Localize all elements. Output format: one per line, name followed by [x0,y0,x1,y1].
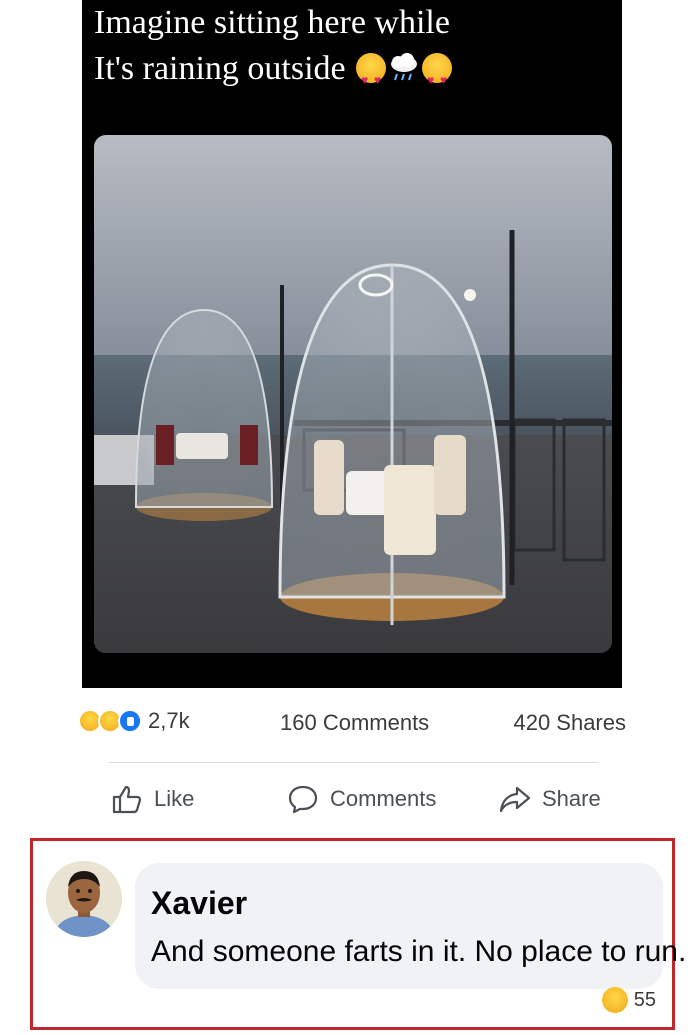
like-icon [118,709,142,733]
comment-icon [288,785,318,814]
like-label: Like [154,786,195,811]
rain-cloud-icon [388,50,420,81]
comment-reaction-summary[interactable]: 55 [601,987,656,1013]
post-media: Imagine sitting here while It's raining … [82,0,622,688]
highlighted-comment: Xavier And someone farts in it. No place… [30,838,686,1030]
share-label: Share [542,786,601,811]
post-stats: 2,7k 160 Comments 420 Shares [78,702,626,742]
like-button[interactable]: Like [110,782,194,816]
heart-eyes-icon [356,53,387,103]
divider [108,762,598,763]
comment-label: Comments [330,786,437,811]
comment-button[interactable]: Comments [286,782,436,816]
comment-text: And someone farts in it. No place to run… [151,935,687,968]
comments-count-link[interactable]: 160 Comments [280,710,429,736]
share-arrow-icon [499,786,531,813]
shares-count-link[interactable]: 420 Shares [513,710,626,736]
haha-icon [601,987,628,1013]
avatar[interactable] [46,861,122,937]
heart-eyes-icon [422,53,453,103]
comment-bubble: Xavier And someone farts in it. No place… [135,863,686,989]
caption-line-2: It's raining outside [94,46,614,103]
comment-reaction-count: 55 [633,988,656,1011]
post-action-bar: Like Comments Share [108,776,601,822]
post-photo[interactable] [94,135,612,653]
share-button[interactable]: Share [498,782,601,816]
caption-line-1: Imagine sitting here while [94,4,450,41]
reaction-summary[interactable]: 2,7k [78,708,190,734]
comment-author[interactable]: Xavier [151,885,247,922]
thumbs-up-icon [112,785,142,814]
caption-line-2-text: It's raining outside [94,50,346,87]
reaction-count: 2,7k [148,708,190,733]
post-caption: Imagine sitting here while It's raining … [94,0,614,103]
